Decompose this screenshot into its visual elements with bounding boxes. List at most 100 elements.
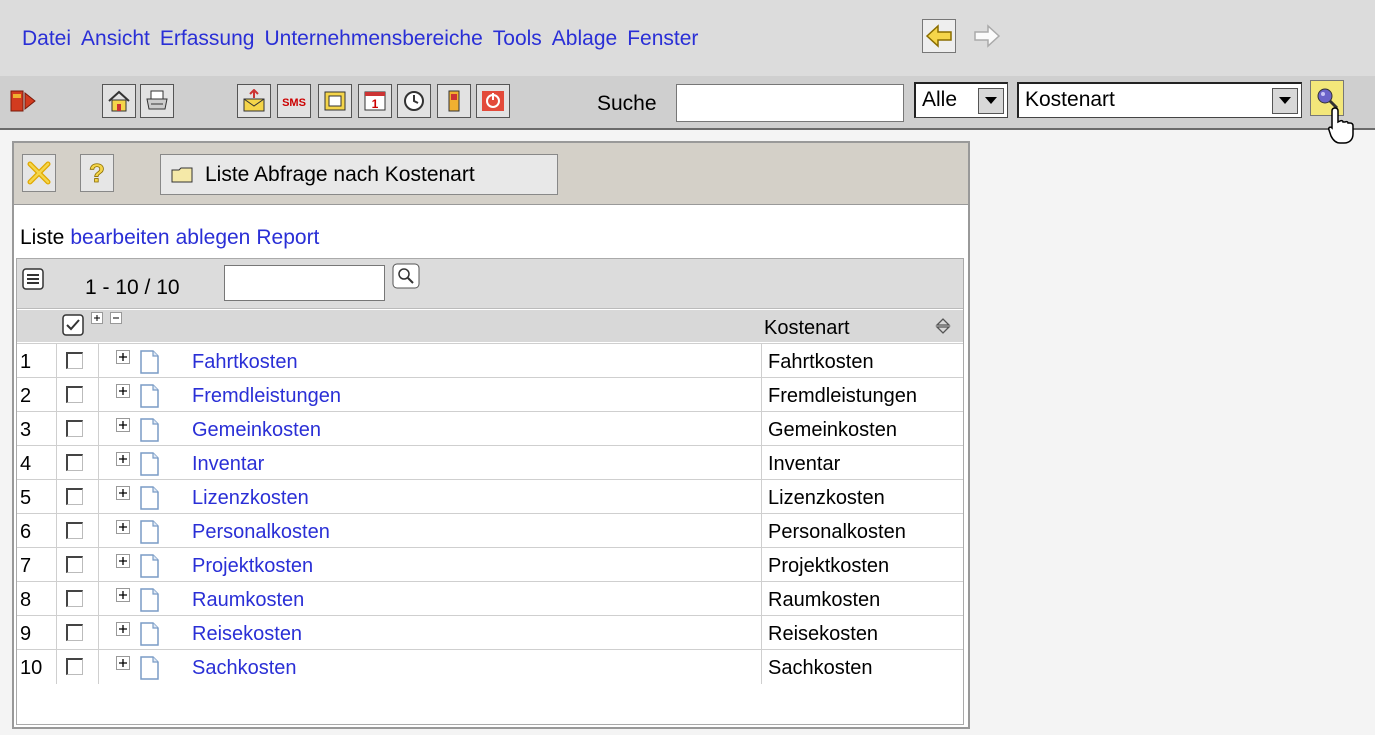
expand-icon[interactable] — [116, 588, 130, 602]
row-kostenart: Sachkosten — [768, 657, 873, 679]
expand-icon[interactable] — [116, 350, 130, 364]
table-row[interactable]: 8 Raumkosten Raumkosten — [17, 581, 963, 616]
filter-select-arrow[interactable] — [978, 88, 1004, 114]
menu-datei[interactable]: Datei — [22, 27, 71, 51]
type-select[interactable]: Kostenart — [1017, 82, 1302, 118]
document-icon — [140, 486, 159, 510]
list-title-tab[interactable]: Liste Abfrage nach Kostenart — [160, 154, 558, 195]
menu-erfassung[interactable]: Erfassung — [160, 27, 255, 51]
table-row[interactable]: 1 Fahrtkosten Fahrtkosten — [17, 343, 963, 378]
type-select-arrow[interactable] — [1272, 88, 1298, 114]
row-number: 8 — [20, 589, 32, 611]
check-all-icon[interactable] — [61, 313, 85, 337]
mail-button[interactable] — [237, 84, 271, 118]
table-row[interactable]: 6 Personalkosten Personalkosten — [17, 513, 963, 548]
row-name-link[interactable]: Sachkosten — [192, 657, 297, 680]
help-icon: ? — [89, 159, 106, 187]
back-button[interactable] — [922, 19, 956, 53]
menu-bar: Datei Ansicht Erfassung Unternehmensbere… — [0, 0, 1375, 76]
row-checkbox[interactable] — [66, 454, 83, 471]
window-button[interactable] — [318, 84, 352, 118]
home-icon — [108, 90, 130, 112]
row-name-link[interactable]: Raumkosten — [192, 589, 304, 612]
calendar-button[interactable]: 1 — [358, 84, 392, 118]
action-ablegen[interactable]: ablegen — [176, 226, 251, 249]
row-checkbox[interactable] — [66, 488, 83, 505]
expand-icon[interactable] — [116, 520, 130, 534]
table-row[interactable]: 9 Reisekosten Reisekosten — [17, 615, 963, 650]
row-checkbox[interactable] — [66, 590, 83, 607]
table-row[interactable]: 2 Fremdleistungen Fremdleistungen — [17, 377, 963, 412]
grid-filter-input[interactable] — [224, 265, 385, 301]
row-checkbox[interactable] — [66, 352, 83, 369]
row-number: 2 — [20, 385, 32, 407]
row-checkbox[interactable] — [66, 624, 83, 641]
menu-ablage[interactable]: Ablage — [552, 27, 617, 51]
forward-button[interactable] — [970, 19, 1004, 53]
expand-icon[interactable] — [116, 486, 130, 500]
svg-text:?: ? — [89, 159, 105, 187]
row-name-link[interactable]: Lizenzkosten — [192, 487, 309, 510]
row-checkbox[interactable] — [66, 386, 83, 403]
menu-ansicht[interactable]: Ansicht — [81, 27, 150, 51]
exit-button[interactable] — [6, 84, 40, 118]
row-name-link[interactable]: Personalkosten — [192, 521, 330, 544]
row-checkbox[interactable] — [66, 658, 83, 675]
row-name-link[interactable]: Inventar — [192, 453, 264, 476]
menu-items: Datei Ansicht Erfassung Unternehmensbere… — [22, 27, 698, 51]
print-icon — [146, 90, 168, 110]
table-row[interactable]: 3 Gemeinkosten Gemeinkosten — [17, 411, 963, 446]
row-name-link[interactable]: Fremdleistungen — [192, 385, 341, 408]
pager-range: 1 - 10 / 10 — [85, 276, 180, 299]
minus-icon[interactable] — [109, 312, 122, 324]
row-name-link[interactable]: Reisekosten — [192, 623, 302, 646]
expand-icon[interactable] — [116, 384, 130, 398]
row-name-link[interactable]: Fahrtkosten — [192, 351, 298, 374]
mail-icon — [243, 89, 265, 112]
row-name-link[interactable]: Projektkosten — [192, 555, 313, 578]
magnifier-icon[interactable] — [392, 263, 420, 289]
expand-icon[interactable] — [116, 656, 130, 670]
list-icon[interactable] — [21, 267, 45, 291]
expand-collapse-all[interactable] — [91, 311, 122, 327]
database-button[interactable] — [437, 84, 471, 118]
menu-unternehmensbereiche[interactable]: Unternehmensbereiche — [264, 27, 482, 51]
close-button[interactable] — [22, 154, 56, 192]
filter-select-value: Alle — [922, 88, 958, 111]
table-row[interactable]: 5 Lizenzkosten Lizenzkosten — [17, 479, 963, 514]
search-input[interactable] — [676, 84, 904, 122]
document-icon — [140, 588, 159, 612]
expand-icon[interactable] — [116, 418, 130, 432]
column-header-kostenart[interactable]: Kostenart — [764, 317, 850, 340]
row-kostenart: Raumkosten — [768, 589, 881, 611]
clock-button[interactable] — [397, 84, 431, 118]
sort-icon[interactable] — [935, 317, 951, 335]
filter-select[interactable]: Alle — [914, 82, 1008, 118]
action-report[interactable]: Report — [256, 226, 319, 249]
row-checkbox[interactable] — [66, 522, 83, 539]
row-checkbox[interactable] — [66, 420, 83, 437]
power-button[interactable] — [476, 84, 510, 118]
print-button[interactable] — [140, 84, 174, 118]
table-row[interactable]: 10 Sachkosten Sachkosten — [17, 649, 963, 684]
action-bearbeiten[interactable]: bearbeiten — [70, 226, 169, 249]
expand-icon[interactable] — [116, 452, 130, 466]
row-checkbox[interactable] — [66, 556, 83, 573]
data-grid: 1 - 10 / 10 Kostenart 1 Fahrtkosten Fahr… — [16, 258, 964, 725]
table-row[interactable]: 4 Inventar Inventar — [17, 445, 963, 480]
row-name-link[interactable]: Gemeinkosten — [192, 419, 321, 442]
plus-icon[interactable] — [91, 312, 103, 324]
menu-fenster[interactable]: Fenster — [627, 27, 698, 51]
menu-tools[interactable]: Tools — [493, 27, 542, 51]
row-number: 7 — [20, 555, 32, 577]
table-row[interactable]: 7 Projektkosten Projektkosten — [17, 547, 963, 582]
window-icon — [324, 91, 346, 111]
close-icon — [27, 161, 51, 185]
home-button[interactable] — [102, 84, 136, 118]
sms-button[interactable]: SMS — [277, 84, 311, 118]
row-kostenart: Reisekosten — [768, 623, 879, 645]
document-icon — [140, 384, 159, 408]
help-button[interactable]: ? — [80, 154, 114, 192]
expand-icon[interactable] — [116, 622, 130, 636]
expand-icon[interactable] — [116, 554, 130, 568]
